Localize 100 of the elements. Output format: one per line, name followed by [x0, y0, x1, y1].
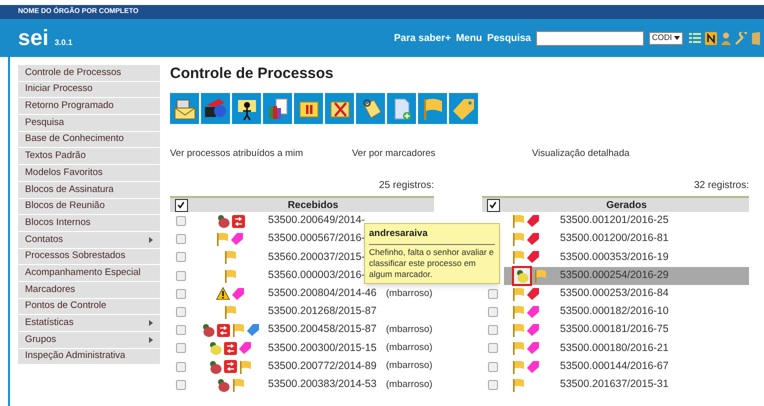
- sidebar-item[interactable]: Contatos: [18, 232, 160, 249]
- sidebar-item[interactable]: Blocos Internos: [18, 215, 160, 232]
- sidebar-item[interactable]: Iniciar Processo: [18, 82, 160, 98]
- toolbar-button[interactable]: [232, 93, 261, 124]
- checkbox[interactable]: [488, 343, 498, 354]
- view-link[interactable]: Visualização detalhada: [532, 146, 630, 162]
- sidebar-item[interactable]: Controle de Processos: [18, 65, 160, 82]
- sidebar-item[interactable]: Processos Sobrestados: [18, 248, 160, 266]
- sidebar-item[interactable]: Grupos: [18, 332, 160, 349]
- toolbar-button[interactable]: [263, 93, 292, 124]
- process-number[interactable]: 53500.200804/2014-46: [268, 286, 386, 302]
- person-note-icon: [208, 360, 222, 374]
- logo[interactable]: sei: [18, 27, 49, 49]
- view-link[interactable]: Ver por marcadores: [352, 146, 532, 162]
- checkbox[interactable]: [488, 325, 498, 336]
- view-link[interactable]: Ver processos atribuídos a mim: [170, 146, 352, 162]
- checkbox[interactable]: [176, 380, 186, 390]
- checkbox[interactable]: [488, 288, 498, 299]
- table-row[interactable]: 53500.000253/2016-84: [504, 284, 749, 303]
- checkbox[interactable]: [176, 252, 186, 262]
- process-number[interactable]: 53500.000253/2016-84: [560, 286, 678, 302]
- checkbox[interactable]: [176, 216, 186, 226]
- table-row[interactable]: 53500.201637/2015-31: [504, 376, 749, 394]
- sidebar-item[interactable]: Acompanhamento Especial: [18, 265, 160, 282]
- table-row[interactable]: 53500.000182/2016-10: [504, 302, 749, 322]
- process-number[interactable]: 53500.000180/2016-21: [560, 340, 678, 356]
- page-title: Controle de Processos: [170, 64, 334, 84]
- process-number[interactable]: 53500.000254/2016-29: [560, 268, 678, 284]
- process-number[interactable]: 53500.200458/2015-87: [268, 322, 386, 338]
- flag-icon: [216, 232, 229, 246]
- person-note-icon[interactable]: [512, 266, 532, 286]
- process-number[interactable]: 53500.200772/2014-89: [268, 358, 386, 374]
- checkbox[interactable]: [486, 198, 500, 212]
- table-row[interactable]: 53500.201268/2015-87: [192, 302, 434, 322]
- toolbar-button[interactable]: [356, 93, 385, 124]
- checkbox[interactable]: [488, 307, 498, 318]
- sidebar-item[interactable]: Blocos de Reunião: [18, 198, 160, 216]
- checkbox[interactable]: [176, 307, 186, 318]
- header-link[interactable]: Menu: [456, 30, 482, 46]
- sidebar-item[interactable]: Retorno Programado: [18, 98, 160, 116]
- header-link[interactable]: Pesquisa: [487, 30, 531, 46]
- checkbox[interactable]: [176, 270, 186, 281]
- table-row[interactable]: 53500.200458/2015-87 (mbarroso): [192, 321, 434, 340]
- dropdown-arrow-icon: [674, 36, 680, 40]
- sidebar-item[interactable]: Pesquisa: [18, 115, 160, 132]
- process-number[interactable]: 53500.000181/2016-75: [560, 322, 678, 338]
- table-row[interactable]: 53500.000254/2016-29: [504, 266, 749, 285]
- checkbox[interactable]: [176, 234, 186, 244]
- table-row[interactable]: 53500.200300/2015-15 (mbarroso): [192, 339, 434, 358]
- sidebar-item[interactable]: Marcadores: [18, 282, 160, 299]
- flag-icon: [239, 360, 252, 374]
- process-number[interactable]: 53500.000353/2016-19: [560, 250, 678, 266]
- sidebar-item[interactable]: Textos Padrão: [18, 148, 160, 166]
- column-header: Gerados: [605, 198, 648, 212]
- scope-select[interactable]: CODI: [649, 32, 683, 44]
- checkbox[interactable]: [176, 288, 186, 299]
- process-number[interactable]: 53500.000182/2016-10: [560, 304, 678, 320]
- process-number[interactable]: 53500.201637/2015-31: [560, 376, 678, 393]
- checkbox[interactable]: [176, 325, 186, 336]
- column-header: Recebidos: [286, 198, 340, 212]
- table-row[interactable]: 53500.000353/2016-19: [504, 248, 749, 267]
- process-number[interactable]: 53500.200300/2015-15: [268, 340, 386, 356]
- table-row[interactable]: 53500.000181/2016-75: [504, 321, 749, 340]
- sidebar-item[interactable]: Pontos de Controle: [18, 298, 160, 316]
- sidebar-item[interactable]: Modelos Favoritos: [18, 165, 160, 182]
- table-row[interactable]: 53500.200383/2014-53 (mbarroso): [192, 376, 434, 394]
- table-row[interactable]: 53500.200804/2014-46 (mbarroso): [192, 284, 434, 303]
- process-number[interactable]: 53500.200649/2014-: [268, 213, 386, 229]
- envelope-icon: [172, 96, 196, 120]
- sidebar-item[interactable]: Blocos de Assinatura: [18, 182, 160, 198]
- header-link[interactable]: Para saber+: [394, 30, 451, 46]
- table-row[interactable]: 53500.000144/2016-67: [504, 358, 749, 376]
- version: 3.0.1: [54, 37, 72, 49]
- process-number[interactable]: 53500.001200/2016-81: [560, 231, 678, 248]
- checkbox[interactable]: [176, 343, 186, 354]
- transfer-icon: [216, 324, 230, 337]
- person-note-icon: [216, 378, 230, 392]
- door-icon[interactable]: [752, 32, 760, 44]
- table-row[interactable]: 53500.200772/2014-89 (mbarroso): [192, 358, 434, 376]
- table-row[interactable]: 53500.001200/2016-81: [504, 230, 749, 248]
- sidebar-item[interactable]: Inspeção Administrativa: [18, 348, 160, 366]
- sidebar-item[interactable]: Estatísticas: [18, 315, 160, 332]
- process-number[interactable]: 53500.001201/2016-25: [560, 213, 678, 229]
- sidebar-item[interactable]: Base de Conhecimento: [18, 132, 160, 148]
- transfer-icon: [232, 214, 244, 228]
- table-row[interactable]: 53500.001201/2016-25: [504, 212, 749, 230]
- wrench-icon[interactable]: [735, 32, 748, 44]
- process-number[interactable]: 53500.000144/2016-67: [560, 358, 678, 374]
- checkbox[interactable]: [488, 380, 498, 390]
- process-number[interactable]: 53500.201268/2015-87: [268, 304, 386, 320]
- table-row[interactable]: 53500.000180/2016-21: [504, 339, 749, 358]
- list-icon[interactable]: [689, 32, 701, 44]
- process-number[interactable]: 53500.200383/2014-53: [268, 376, 386, 393]
- notepad-icon[interactable]: [705, 32, 717, 44]
- tooltip-text: Chefinho, falta o senhor avaliar e classificar este processo em algum marcador.: [369, 247, 495, 280]
- checkbox[interactable]: [174, 198, 188, 212]
- search-field[interactable]: [536, 30, 644, 46]
- flag-icon: [512, 286, 525, 301]
- checkbox[interactable]: [176, 362, 186, 372]
- checkbox[interactable]: [488, 362, 498, 372]
